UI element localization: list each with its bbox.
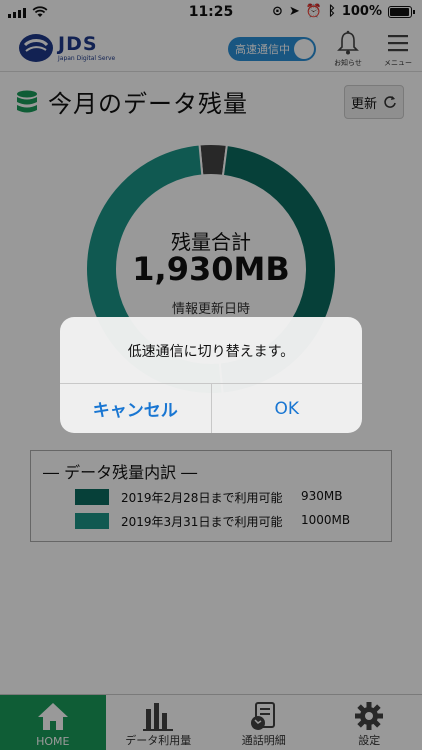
alert-dialog: 低速通信に切り替えます。 キャンセル OK xyxy=(60,317,362,433)
cancel-button[interactable]: キャンセル xyxy=(60,384,212,433)
ok-button[interactable]: OK xyxy=(212,384,363,433)
alert-message: 低速通信に切り替えます。 xyxy=(127,344,295,360)
